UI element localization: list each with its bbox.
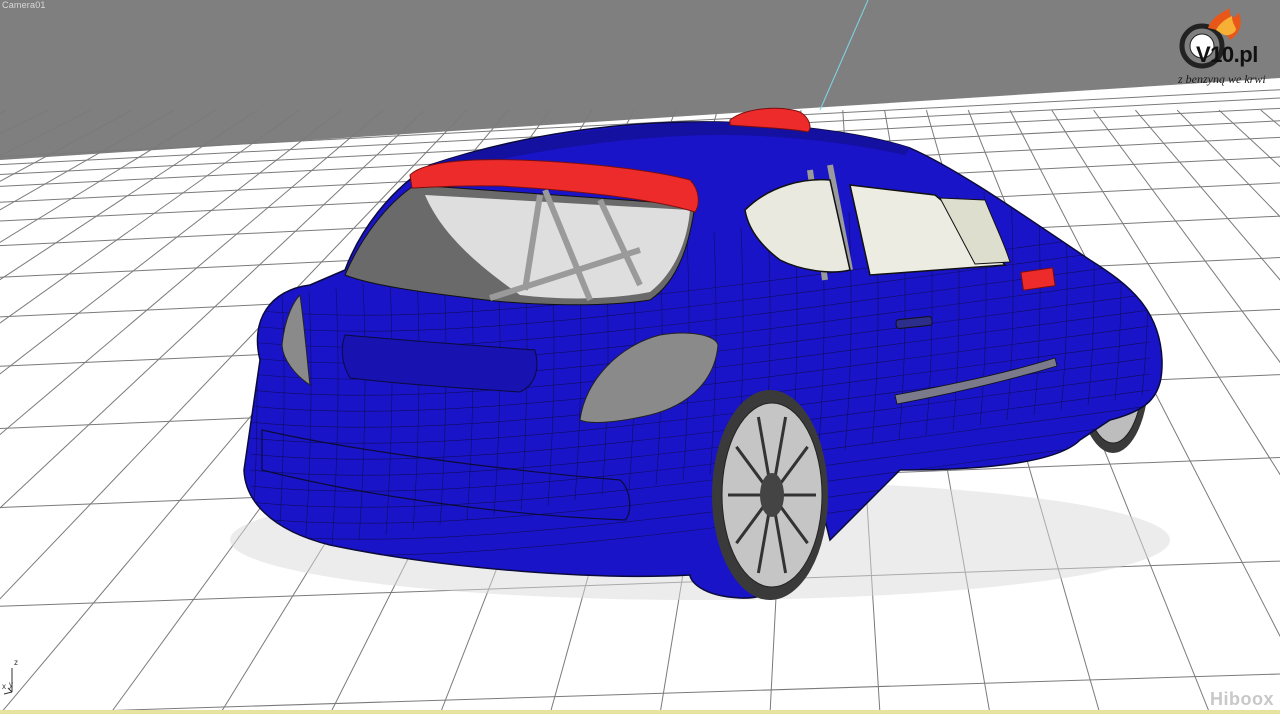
viewport-bottom-border bbox=[0, 710, 1280, 714]
logo-tagline: z benzyną we krwi bbox=[1178, 72, 1266, 86]
site-logo[interactable]: V10.pl z benzyną we krwi bbox=[1174, 6, 1274, 90]
3d-viewport[interactable]: Camera01 V10.pl z benzyną we krwi z x y … bbox=[0, 0, 1280, 714]
axis-y-label: y bbox=[9, 680, 13, 689]
axis-x-label: x bbox=[2, 682, 6, 691]
viewport-camera-label[interactable]: Camera01 bbox=[2, 0, 46, 10]
wheel-rear-near bbox=[712, 390, 828, 600]
axis-z-label: z bbox=[14, 658, 18, 667]
viewport-scene bbox=[0, 0, 1280, 714]
logo-text: V10.pl bbox=[1196, 42, 1258, 67]
axis-gizmo: z x y bbox=[2, 656, 22, 696]
side-marker bbox=[1020, 267, 1056, 291]
watermark: Hiboox bbox=[1210, 689, 1274, 709]
